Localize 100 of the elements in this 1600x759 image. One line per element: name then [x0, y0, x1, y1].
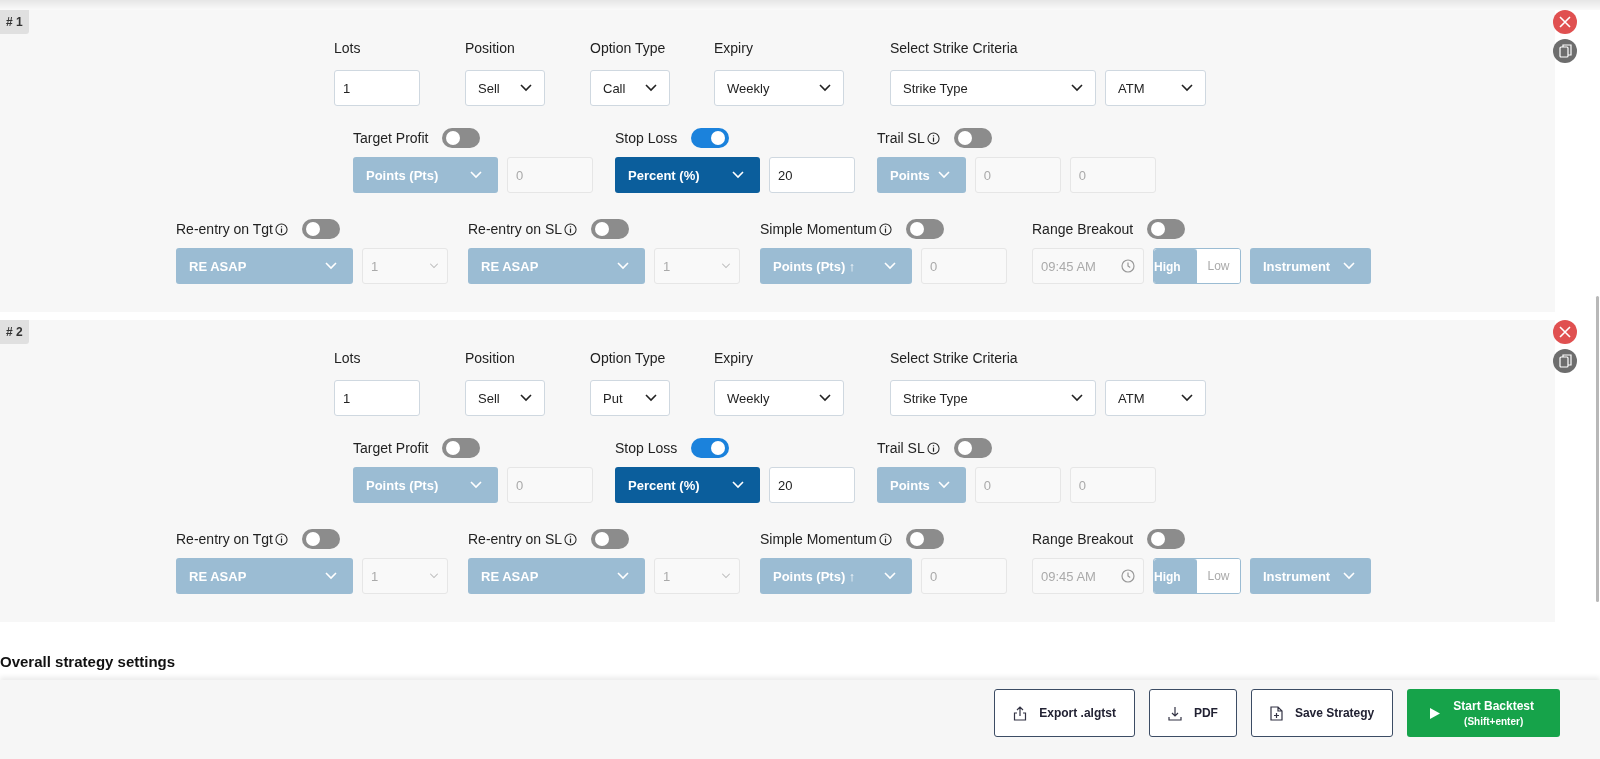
dropdown[interactable]: Instrument [1250, 248, 1371, 284]
copy-icon[interactable] [1553, 349, 1577, 373]
number-input[interactable]: 0 [974, 467, 1061, 503]
chevron-icon [884, 262, 896, 270]
dropdown[interactable]: Call [590, 70, 670, 106]
save-button[interactable]: Save Strategy [1250, 689, 1394, 737]
scrollbar[interactable] [1596, 296, 1599, 602]
field-label: Re-entry on Tgt [176, 221, 274, 237]
dropdown[interactable]: Points (Pts) [353, 157, 498, 193]
toggle-switch[interactable] [953, 128, 992, 148]
dropdown[interactable]: ATM [1105, 380, 1206, 416]
chevron-icon [732, 481, 744, 489]
dropdown[interactable]: Points (Pts) ↑ [760, 558, 912, 594]
toggle-switch[interactable] [1147, 219, 1186, 239]
dropdown[interactable]: RE ASAP [176, 248, 353, 284]
dropdown[interactable]: Instrument [1250, 558, 1371, 594]
number-input[interactable]: 0 [1069, 467, 1156, 503]
dropdown[interactable]: Strike Type [890, 380, 1096, 416]
file-plus-icon [1269, 705, 1283, 721]
chevron-icon [721, 263, 731, 269]
chevron-icon [325, 572, 337, 580]
toggle-switch[interactable] [302, 219, 340, 239]
field-label: Target Profit [353, 440, 429, 456]
toggle-switch[interactable] [1147, 529, 1186, 549]
export-button[interactable]: Export .algtst [994, 689, 1135, 737]
dropdown[interactable]: RE ASAP [176, 558, 353, 594]
chevron-icon [645, 394, 657, 402]
count-dropdown[interactable]: 1 [654, 558, 740, 594]
toggle-switch[interactable] [691, 128, 730, 148]
chevron-icon [325, 262, 337, 270]
toggle-switch[interactable] [442, 128, 481, 148]
field-label: Re-entry on SL [468, 531, 564, 547]
play-icon [1429, 706, 1442, 720]
field-label: Simple Momentum [760, 531, 878, 547]
dropdown[interactable]: Put [590, 380, 670, 416]
toggle-switch[interactable] [442, 438, 481, 458]
toggle-switch[interactable] [905, 529, 944, 549]
dropdown[interactable]: ATM [1105, 70, 1206, 106]
pdf-button[interactable]: PDF [1148, 689, 1237, 737]
number-input[interactable]: 0 [974, 157, 1061, 193]
dropdown[interactable]: Strike Type [890, 70, 1096, 106]
dropdown[interactable]: RE ASAP [468, 558, 645, 594]
toggle-switch[interactable] [953, 438, 992, 458]
number-input[interactable]: 20 [769, 467, 855, 503]
copy-icon[interactable] [1553, 39, 1577, 63]
dropdown[interactable]: Percent (%) [615, 157, 760, 193]
toggle-switch[interactable] [302, 529, 340, 549]
chevron-icon [1071, 84, 1083, 92]
dropdown[interactable]: Points [877, 157, 966, 193]
chevron-icon [819, 394, 831, 402]
field-label: Lots [334, 350, 362, 366]
field-label: Re-entry on Tgt [176, 531, 274, 547]
dropdown[interactable]: Sell [465, 380, 545, 416]
number-input[interactable]: 0 [921, 248, 1007, 284]
close-icon[interactable] [1553, 320, 1577, 344]
number-input[interactable]: 20 [769, 157, 855, 193]
field-label: Expiry [714, 40, 754, 56]
toggle-switch[interactable] [905, 219, 944, 239]
number-input[interactable]: 0 [921, 558, 1007, 594]
dropdown[interactable]: Points (Pts) [353, 467, 498, 503]
segment-button[interactable]: Low [1197, 559, 1240, 593]
lots-input[interactable]: 1 [334, 380, 420, 416]
info-icon [878, 222, 892, 236]
field-label: Range Breakout [1032, 221, 1134, 237]
dropdown[interactable]: RE ASAP [468, 248, 645, 284]
chevron-icon [470, 171, 482, 179]
field-label: Expiry [714, 350, 754, 366]
chevron-icon [617, 572, 629, 580]
field-label: Option Type [590, 40, 667, 56]
number-input[interactable]: 0 [507, 157, 593, 193]
dropdown[interactable]: Weekly [714, 380, 844, 416]
lots-input[interactable]: 1 [334, 70, 420, 106]
number-input[interactable]: 0 [1069, 157, 1156, 193]
close-icon[interactable] [1553, 10, 1577, 34]
count-dropdown[interactable]: 1 [654, 248, 740, 284]
chevron-icon [1343, 572, 1355, 580]
start-button[interactable]: Start Backtest (Shift+enter) [1407, 689, 1560, 737]
chevron-icon [429, 263, 439, 269]
dropdown[interactable]: Points (Pts) ↑ [760, 248, 912, 284]
count-dropdown[interactable]: 1 [362, 248, 448, 284]
dropdown[interactable]: Percent (%) [615, 467, 760, 503]
toggle-switch[interactable] [591, 529, 630, 549]
time-input[interactable]: 09:45 AM [1032, 248, 1144, 284]
chevron-icon [721, 573, 731, 579]
toggle-switch[interactable] [691, 438, 730, 458]
toggle-switch[interactable] [591, 219, 630, 239]
number-input[interactable]: 0 [507, 467, 593, 503]
field-label: Lots [334, 40, 362, 56]
segment-button[interactable]: Low [1197, 249, 1240, 283]
segment-button[interactable]: High [1154, 249, 1197, 283]
chevron-icon [1181, 394, 1193, 402]
time-input[interactable]: 09:45 AM [1032, 558, 1144, 594]
dropdown[interactable]: Sell [465, 70, 545, 106]
dropdown[interactable]: Weekly [714, 70, 844, 106]
field-label: Range Breakout [1032, 531, 1134, 547]
chevron-icon [819, 84, 831, 92]
count-dropdown[interactable]: 1 [362, 558, 448, 594]
segment-button[interactable]: High [1154, 559, 1197, 593]
field-label: Position [465, 350, 516, 366]
dropdown[interactable]: Points [877, 467, 966, 503]
